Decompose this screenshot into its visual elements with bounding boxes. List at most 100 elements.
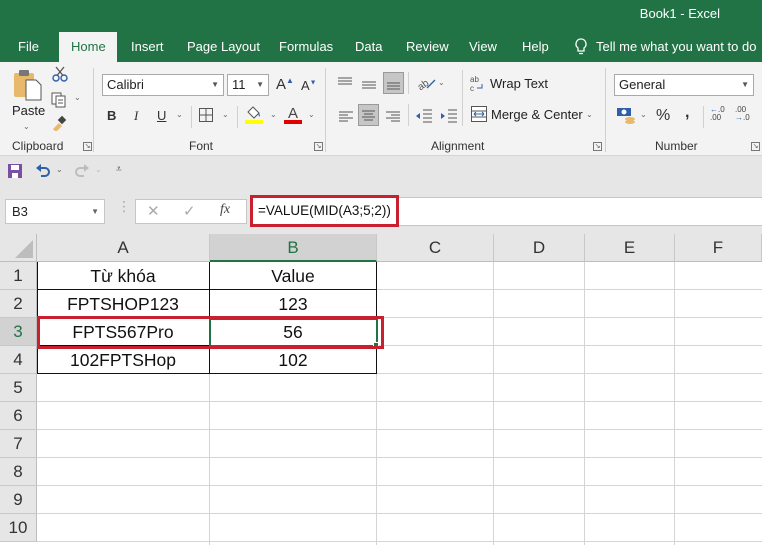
tab-page-layout[interactable]: Page Layout [178, 32, 269, 62]
column-header-f[interactable]: F [675, 234, 762, 262]
cut-button[interactable] [52, 66, 68, 87]
fill-color-chevron-icon[interactable]: ⌄ [270, 110, 277, 119]
merge-center-button[interactable]: Merge & Center [471, 106, 583, 122]
undo-button[interactable] [35, 162, 51, 185]
paste-button[interactable] [12, 68, 44, 107]
orientation-chevron-icon[interactable]: ⌄ [438, 78, 445, 87]
grid-line [37, 541, 762, 542]
tab-file[interactable]: File [9, 32, 48, 62]
column-header-a[interactable]: A [37, 234, 210, 262]
paste-chevron-icon[interactable]: ⌄ [23, 122, 30, 131]
font-launcher-icon[interactable]: ↘ [314, 142, 323, 151]
increase-indent-button[interactable] [440, 109, 458, 128]
cell-b4[interactable]: 102 [210, 346, 376, 374]
divider [237, 106, 238, 128]
grid-line [37, 401, 762, 402]
tab-data[interactable]: Data [346, 32, 391, 62]
middle-align-button[interactable] [361, 78, 377, 96]
decrease-font-size-button[interactable]: A▼ [301, 78, 317, 93]
tab-home[interactable]: Home [59, 32, 117, 62]
cell-a1[interactable]: Từ khóa [37, 262, 209, 290]
quick-access-toolbar [0, 156, 762, 190]
orientation-button[interactable]: ab [415, 74, 437, 97]
row-header-6[interactable]: 6 [0, 402, 37, 430]
top-align-button[interactable] [337, 76, 353, 94]
copy-button[interactable] [51, 92, 67, 113]
alignment-launcher-icon[interactable]: ↘ [593, 142, 602, 151]
decrease-decimal-button[interactable]: .00 →.0 [735, 106, 750, 122]
redo-button[interactable] [74, 162, 90, 185]
row-header-8[interactable]: 8 [0, 458, 37, 486]
bottom-align-button[interactable] [383, 72, 404, 94]
tab-help[interactable]: Help [513, 32, 558, 62]
font-group-label: Font [189, 139, 214, 153]
row-header-4[interactable]: 4 [0, 346, 37, 374]
copy-chevron-icon[interactable]: ⌄ [74, 93, 81, 102]
font-color-button[interactable]: A [284, 104, 302, 129]
insert-function-button[interactable]: fx [220, 202, 230, 218]
align-center-button[interactable] [358, 104, 379, 126]
column-header-c[interactable]: C [377, 234, 494, 262]
cell-b1[interactable]: Value [210, 262, 376, 290]
font-size-dropdown[interactable]: 11 ▼ [227, 74, 269, 96]
decrease-indent-button[interactable] [415, 109, 433, 128]
cancel-button[interactable]: ✕ [147, 202, 160, 220]
formula-bar-resize-handle[interactable]: ⋮ [117, 199, 131, 213]
clipboard-launcher-icon[interactable]: ↘ [83, 142, 92, 151]
group-divider [325, 68, 326, 152]
save-button[interactable] [7, 163, 23, 184]
accounting-format-button[interactable] [616, 106, 636, 129]
fill-color-button[interactable] [245, 104, 263, 129]
align-left-button[interactable] [338, 110, 354, 128]
borders-chevron-icon[interactable]: ⌄ [222, 110, 229, 119]
wrap-text-button[interactable]: ab c Wrap Text [470, 74, 548, 92]
enter-button[interactable]: ✓ [183, 202, 196, 220]
increase-font-size-button[interactable]: A▲ [276, 76, 294, 93]
underline-button[interactable]: U [157, 108, 166, 123]
name-box[interactable]: B3 ▼ [5, 199, 105, 224]
svg-text:A: A [288, 105, 298, 122]
row-header-2[interactable]: 2 [0, 290, 37, 318]
comma-style-button[interactable]: , [685, 104, 689, 122]
row-header-3[interactable]: 3 [0, 318, 37, 346]
bold-button[interactable]: B [107, 108, 116, 123]
font-color-chevron-icon[interactable]: ⌄ [308, 110, 315, 119]
accounting-chevron-icon[interactable]: ⌄ [640, 110, 647, 119]
tab-formulas[interactable]: Formulas [270, 32, 342, 62]
tab-view[interactable]: View [460, 32, 506, 62]
row-header-7[interactable]: 7 [0, 430, 37, 458]
percent-style-button[interactable]: % [656, 107, 670, 125]
increase-decimal-button[interactable]: ←.0.00 [710, 106, 725, 122]
tab-insert[interactable]: Insert [122, 32, 173, 62]
select-all-triangle-icon [15, 240, 33, 258]
row-header-10[interactable]: 10 [0, 514, 37, 542]
format-painter-button[interactable] [51, 115, 67, 136]
underline-chevron-icon[interactable]: ⌄ [176, 110, 183, 119]
customize-qat-icon[interactable]: ⩡ [116, 164, 122, 175]
tell-me-text: Tell me what you want to do [596, 39, 757, 54]
cell-a4[interactable]: 102FPTSHop [37, 346, 209, 374]
row-header-1[interactable]: 1 [0, 262, 37, 290]
font-name-dropdown[interactable]: Calibri ▼ [102, 74, 224, 96]
column-header-b[interactable]: B [210, 234, 377, 262]
row-header-5[interactable]: 5 [0, 374, 37, 402]
borders-button[interactable] [199, 108, 213, 127]
italic-button[interactable]: I [134, 108, 138, 124]
select-all-button[interactable] [0, 234, 37, 262]
tell-me-search[interactable]: Tell me what you want to do [574, 32, 756, 62]
row-header-9[interactable]: 9 [0, 486, 37, 514]
column-header-e[interactable]: E [585, 234, 675, 262]
tab-review[interactable]: Review [397, 32, 458, 62]
column-header-d[interactable]: D [494, 234, 585, 262]
number-format-dropdown[interactable]: General ▼ [614, 74, 754, 96]
group-divider [93, 68, 94, 152]
cell-b2[interactable]: 123 [210, 290, 376, 318]
align-right-button[interactable] [385, 110, 401, 128]
save-icon [8, 164, 22, 178]
cell-a2[interactable]: FPTSHOP123 [37, 290, 209, 318]
undo-chevron-icon[interactable]: ⌄ [56, 165, 63, 174]
paste-label[interactable]: Paste [12, 103, 45, 118]
merge-center-chevron-icon[interactable]: ⌄ [586, 110, 593, 119]
divider [191, 106, 192, 128]
number-launcher-icon[interactable]: ↘ [751, 142, 760, 151]
